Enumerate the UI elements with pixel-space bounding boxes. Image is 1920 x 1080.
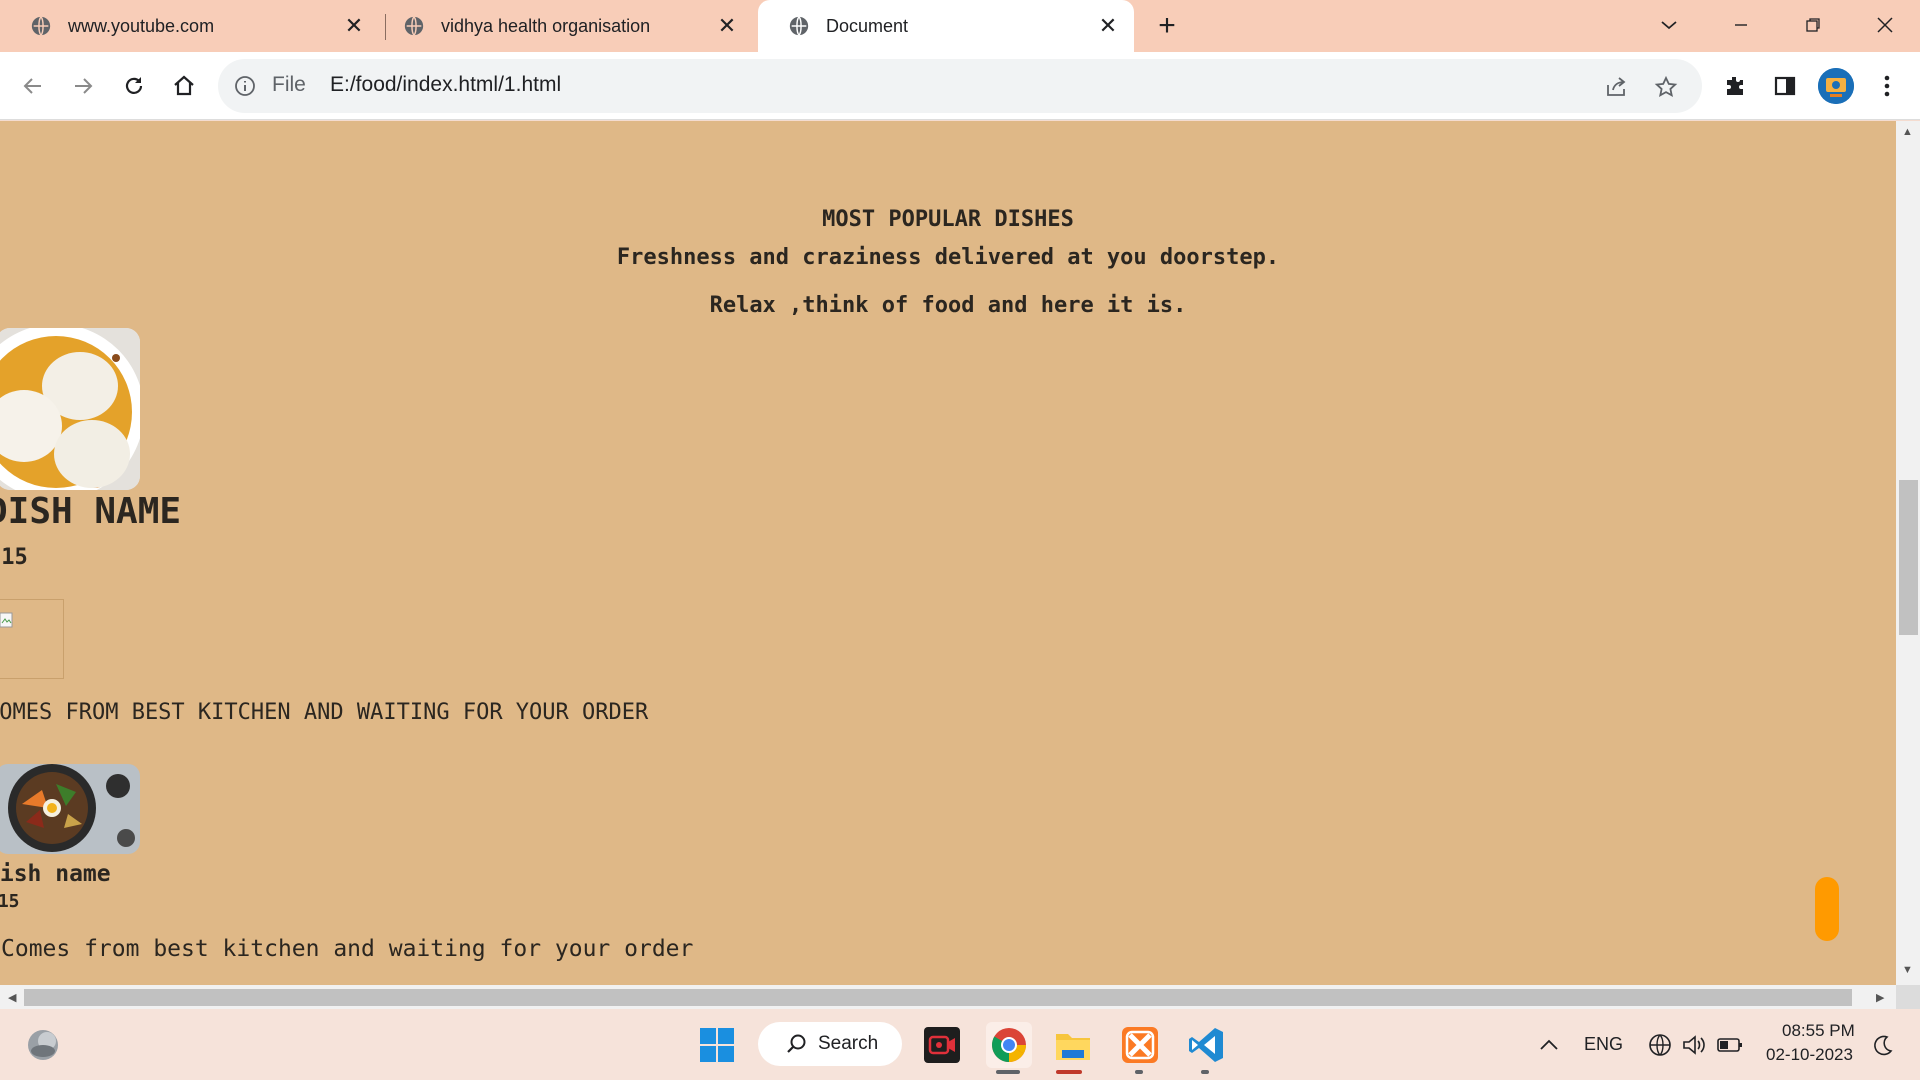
- vscode-app-icon[interactable]: [1185, 1024, 1227, 1066]
- restore-button[interactable]: [1798, 10, 1828, 40]
- dish-image-idli: [0, 328, 140, 490]
- search-label: Search: [818, 1033, 879, 1054]
- tab-youtube[interactable]: www.youtube.com ✕: [0, 0, 380, 52]
- screen-recorder-app-icon[interactable]: [921, 1024, 963, 1066]
- globe-icon: [31, 16, 51, 36]
- windows-start-icon[interactable]: [696, 1024, 738, 1066]
- menu-kebab-icon[interactable]: [1870, 69, 1904, 103]
- dish-description-upper: COMES FROM BEST KITCHEN AND WAITING FOR …: [0, 700, 649, 725]
- chevron-up-icon[interactable]: [1528, 1024, 1570, 1066]
- back-button[interactable]: [16, 69, 50, 103]
- file-explorer-icon[interactable]: [1052, 1024, 1094, 1066]
- dish-price: $15: [0, 545, 28, 570]
- scheme-label: File: [272, 73, 306, 96]
- tab-search-chevron-icon[interactable]: [1654, 10, 1684, 40]
- globe-icon: [789, 16, 809, 36]
- battery-icon[interactable]: [1709, 1024, 1751, 1066]
- tab-document[interactable]: Document ✕: [758, 0, 1134, 52]
- globe-icon: [404, 16, 424, 36]
- extensions-icon[interactable]: [1718, 69, 1752, 103]
- close-icon[interactable]: ✕: [342, 13, 366, 38]
- clock-time[interactable]: 08:55 PM: [1782, 1021, 1855, 1041]
- search-icon: [787, 1034, 806, 1053]
- horizontal-scroll-thumb[interactable]: [24, 989, 1852, 1006]
- tab-title: Document: [826, 15, 909, 36]
- section-heading: MOST POPULAR DISHES: [822, 207, 1074, 232]
- subtagline: Relax ,think of food and here it is.: [709, 293, 1187, 318]
- dish-name-large: DISH NAME: [0, 491, 182, 532]
- scroll-down-arrow-icon[interactable]: ▼: [1902, 964, 1913, 976]
- scroll-left-arrow-icon[interactable]: ◀: [8, 991, 16, 1004]
- url-text[interactable]: E:/food/index.html/1.html: [330, 73, 561, 97]
- side-panel-icon[interactable]: [1768, 69, 1802, 103]
- scroll-up-arrow-icon[interactable]: ▲: [1902, 126, 1913, 138]
- new-tab-button[interactable]: +: [1152, 11, 1182, 42]
- page-content: MOST POPULAR DISHES Freshness and crazin…: [0, 121, 1896, 985]
- broken-image-placeholder: [0, 599, 64, 679]
- scrollbar-corner: [1896, 985, 1920, 1009]
- dish-description-lower: Comes from best kitchen and waiting for …: [1, 936, 694, 962]
- chrome-app-icon[interactable]: [986, 1022, 1032, 1068]
- dish-price-small: $15: [0, 891, 20, 912]
- tab-title: vidhya health organisation: [441, 15, 651, 36]
- profile-avatar[interactable]: [1818, 68, 1854, 104]
- bookmark-star-icon[interactable]: [1652, 73, 1680, 101]
- scroll-right-arrow-icon[interactable]: ▶: [1876, 991, 1884, 1004]
- chrome-active-indicator: [996, 1070, 1020, 1074]
- forward-button[interactable]: [66, 69, 100, 103]
- xampp-app-icon[interactable]: [1119, 1024, 1161, 1066]
- dish-name-small: Dish name: [0, 861, 111, 887]
- share-icon[interactable]: [1602, 73, 1630, 101]
- clock-date[interactable]: 02-10-2023: [1766, 1045, 1853, 1065]
- explorer-indicator: [1056, 1070, 1082, 1074]
- close-icon[interactable]: ✕: [1096, 13, 1120, 38]
- tab-strip: www.youtube.com ✕ vidhya health organisa…: [0, 0, 1920, 52]
- vscode-indicator: [1201, 1070, 1209, 1074]
- floating-orange-scroll-button[interactable]: [1815, 877, 1839, 941]
- tagline: Freshness and craziness delivered at you…: [616, 245, 1280, 270]
- browser-toolbar: File E:/food/index.html/1.html: [0, 52, 1920, 120]
- close-icon[interactable]: ✕: [715, 13, 739, 38]
- tab-title: www.youtube.com: [68, 15, 215, 36]
- vertical-scroll-thumb[interactable]: [1899, 480, 1918, 635]
- minimize-button[interactable]: [1726, 10, 1756, 40]
- language-indicator[interactable]: ENG: [1584, 1034, 1623, 1055]
- weather-icon[interactable]: [22, 1024, 64, 1066]
- address-bar[interactable]: File E:/food/index.html/1.html: [218, 59, 1702, 113]
- close-window-button[interactable]: [1870, 10, 1900, 40]
- info-icon[interactable]: [234, 75, 256, 97]
- taskbar-search[interactable]: Search: [758, 1022, 902, 1066]
- tab-vidhya[interactable]: vidhya health organisation ✕: [373, 0, 753, 52]
- reload-button[interactable]: [117, 69, 151, 103]
- home-button[interactable]: [167, 69, 201, 103]
- xampp-indicator: [1135, 1070, 1143, 1074]
- windows-taskbar: Search ENG 08:55 PM 02-10-2023: [0, 1009, 1920, 1080]
- notification-moon-icon[interactable]: [1862, 1024, 1904, 1066]
- dish-image-bibimbap: [0, 764, 140, 854]
